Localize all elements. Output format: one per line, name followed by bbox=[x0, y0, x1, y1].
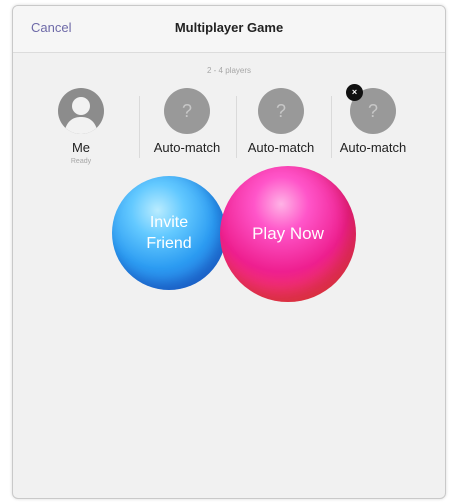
page-title: Multiplayer Game bbox=[174, 20, 284, 35]
question-mark-icon: ? bbox=[164, 88, 210, 134]
play-now-label: Play Now bbox=[252, 224, 324, 243]
slot-divider bbox=[139, 96, 140, 158]
player-slot-auto-match[interactable]: ? Auto-match bbox=[141, 88, 233, 155]
invite-line-1: Invite bbox=[149, 214, 189, 231]
invite-friend-button[interactable]: Invite Friend bbox=[112, 176, 226, 290]
person-silhouette-icon bbox=[58, 88, 104, 134]
players-range-label: 2 - 4 players bbox=[206, 66, 252, 75]
question-mark-icon: ? × bbox=[346, 84, 396, 134]
player-slot-auto-match[interactable]: ? Auto-match bbox=[235, 88, 327, 155]
player-slot-auto-match[interactable]: ? × Auto-match bbox=[327, 84, 419, 155]
question-mark-icon: ? bbox=[258, 88, 304, 134]
remove-slot-button[interactable]: × bbox=[346, 84, 363, 101]
multiplayer-sheet: Cancel Multiplayer Game 2 - 4 players Me… bbox=[12, 5, 446, 499]
player-slot-me: Me Ready bbox=[35, 88, 127, 165]
play-now-button[interactable]: Play Now bbox=[220, 166, 356, 302]
navigation-bar: Cancel Multiplayer Game bbox=[13, 6, 445, 53]
question-mark-glyph: ? bbox=[367, 101, 378, 121]
player-status: Ready bbox=[70, 158, 92, 165]
auto-match-label: Auto-match bbox=[247, 140, 315, 155]
auto-match-label: Auto-match bbox=[339, 140, 407, 155]
player-name: Me bbox=[71, 140, 91, 155]
auto-match-label: Auto-match bbox=[153, 140, 221, 155]
invite-line-2: Friend bbox=[146, 235, 192, 252]
